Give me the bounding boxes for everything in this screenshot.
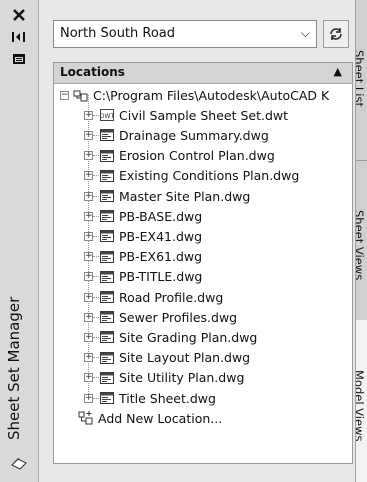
- tab-label: Model Views: [356, 370, 366, 442]
- tree-item[interactable]: + Road Profile.dwg: [84, 287, 223, 307]
- expand-toggle-icon[interactable]: +: [84, 151, 93, 161]
- expand-toggle-icon[interactable]: +: [84, 292, 93, 302]
- tree-item-label: Master Site Plan.dwg: [119, 188, 251, 204]
- tree-item[interactable]: + Sewer Profiles.dwg: [84, 307, 237, 327]
- auto-hide-icon[interactable]: [9, 30, 29, 44]
- tab-sheet-views[interactable]: Sheet Views: [356, 160, 367, 321]
- tree-item[interactable]: + PB-EX61.dwg: [84, 247, 202, 267]
- dwg-icon: [100, 250, 114, 263]
- tree-item-label: PB-TITLE.dwg: [119, 269, 203, 285]
- expand-toggle-icon[interactable]: +: [84, 191, 93, 201]
- tree-item[interactable]: + Site Utility Plan.dwg: [84, 368, 244, 388]
- tree-item-label: Existing Conditions Plan.dwg: [119, 168, 300, 184]
- tree-item-label: Sewer Profiles.dwg: [119, 309, 238, 325]
- tree-item[interactable]: + Title Sheet.dwg: [84, 388, 216, 408]
- expand-toggle-icon[interactable]: +: [84, 373, 93, 383]
- dwg-icon: [100, 210, 114, 223]
- expand-toggle-icon[interactable]: +: [84, 353, 93, 363]
- expand-toggle-icon[interactable]: +: [84, 393, 93, 403]
- expand-toggle-icon[interactable]: +: [84, 312, 93, 322]
- dropdown-value: North South Road: [60, 26, 176, 41]
- tree-item-label: PB-EX61.dwg: [119, 249, 203, 265]
- add-new-location-label: Add New Location...: [98, 410, 223, 426]
- sheet-set-manager-palette: Sheet Set Manager North South Road ⌵ Loc…: [0, 0, 367, 482]
- refresh-icon: [330, 28, 342, 40]
- dwg-icon: [100, 270, 114, 283]
- dwg-icon: [100, 371, 114, 384]
- refresh-button[interactable]: [323, 20, 349, 48]
- sheet-set-icon: [10, 453, 28, 471]
- tree-item[interactable]: + Site Layout Plan.dwg: [84, 348, 250, 368]
- tree-item-label: C:\Program Files\Autodesk\AutoCAD K: [93, 87, 330, 103]
- svg-text:DWT: DWT: [100, 113, 115, 120]
- collapse-caret-icon[interactable]: ▲: [334, 65, 342, 78]
- dwg-icon: [100, 149, 114, 162]
- sheet-set-content: North South Road ⌵ Locations ▲ − C:\Progr…: [39, 0, 355, 482]
- tree-item[interactable]: + Master Site Plan.dwg: [84, 186, 250, 206]
- tree-item[interactable]: + Existing Conditions Plan.dwg: [84, 166, 299, 186]
- dwg-icon: [100, 311, 114, 324]
- dwg-icon: [100, 190, 114, 202]
- palette-title: Sheet Set Manager: [5, 296, 23, 440]
- tree-item-label: Site Layout Plan.dwg: [119, 350, 251, 366]
- add-location-icon: [78, 411, 93, 425]
- tree-item[interactable]: + Site Grading Plan.dwg: [84, 327, 257, 347]
- tree-item[interactable]: + Erosion Control Plan.dwg: [84, 146, 275, 166]
- tab-model-views[interactable]: Model Views: [356, 320, 367, 482]
- expand-toggle-icon[interactable]: +: [84, 231, 93, 241]
- tree-item-label: Site Utility Plan.dwg: [119, 370, 245, 386]
- tab-label: Sheet Views: [356, 210, 366, 281]
- expand-toggle-icon[interactable]: +: [84, 252, 93, 262]
- tree-item-label: Road Profile.dwg: [119, 289, 224, 305]
- expand-toggle-icon[interactable]: +: [84, 130, 93, 140]
- dwt-icon: DWT: [100, 109, 115, 122]
- dwg-icon: [100, 291, 114, 303]
- tree-item[interactable]: + DWT Civil Sample Sheet Set.dwt: [84, 105, 288, 125]
- tree-item-label: PB-BASE.dwg: [119, 208, 203, 224]
- chevron-down-icon: ⌵: [300, 26, 310, 40]
- tree-item[interactable]: + Drainage Summary.dwg: [84, 125, 269, 145]
- tree-item-label: Erosion Control Plan.dwg: [119, 148, 275, 164]
- dwg-icon: [100, 331, 114, 344]
- tree-item-label: Title Sheet.dwg: [119, 390, 216, 406]
- tree-item[interactable]: + PB-TITLE.dwg: [84, 267, 202, 287]
- tree-item[interactable]: + PB-EX41.dwg: [84, 226, 202, 246]
- tree-item-label: Civil Sample Sheet Set.dwt: [119, 107, 289, 123]
- expand-toggle-icon[interactable]: +: [84, 272, 93, 282]
- dwg-icon: [100, 230, 114, 243]
- expand-toggle-icon[interactable]: +: [84, 171, 93, 181]
- tree-item-label: PB-EX41.dwg: [119, 228, 203, 244]
- expand-toggle-icon[interactable]: +: [84, 332, 93, 342]
- sheet-set-dropdown[interactable]: North South Road ⌵: [53, 20, 317, 48]
- dwg-icon: [100, 129, 114, 142]
- collapse-toggle-icon[interactable]: −: [60, 90, 69, 100]
- tree-root-location[interactable]: − C:\Program Files\Autodesk\AutoCAD K: [60, 85, 329, 105]
- tab-label: Sheet List: [356, 50, 366, 108]
- dwg-icon: [100, 392, 114, 404]
- locations-header[interactable]: Locations ▲: [54, 63, 352, 84]
- folder-location-icon: [73, 90, 88, 102]
- close-icon[interactable]: [9, 8, 29, 22]
- dwg-icon: [100, 169, 114, 182]
- palette-title-bar[interactable]: Sheet Set Manager: [0, 0, 39, 482]
- tree-item[interactable]: + PB-BASE.dwg: [84, 206, 202, 226]
- expand-toggle-icon[interactable]: +: [84, 110, 93, 120]
- tab-sheet-list[interactable]: Sheet List: [356, 0, 367, 161]
- locations-panel: Locations ▲ − C:\Program Files\Autodesk\A…: [53, 62, 353, 464]
- properties-icon[interactable]: [9, 52, 29, 66]
- locations-title: Locations: [60, 65, 125, 79]
- add-new-location[interactable]: Add New Location...: [78, 408, 222, 428]
- expand-toggle-icon[interactable]: +: [84, 211, 93, 221]
- tree-item-label: Drainage Summary.dwg: [119, 127, 269, 143]
- tree-item-label: Site Grading Plan.dwg: [119, 329, 258, 345]
- palette-tabs: Sheet List Sheet Views Model Views: [355, 0, 367, 482]
- dwg-icon: [100, 351, 114, 364]
